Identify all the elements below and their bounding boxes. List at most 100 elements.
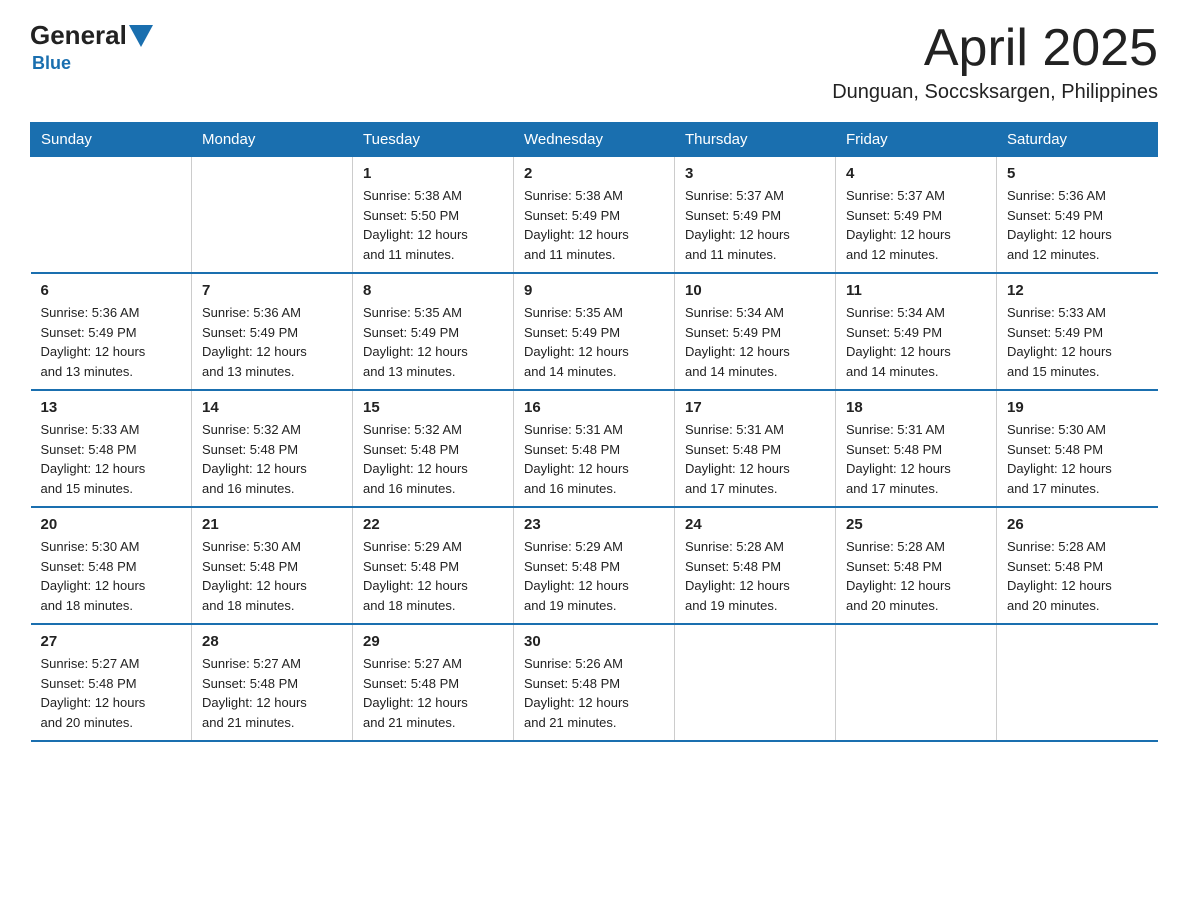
day-info: Sunrise: 5:27 AMSunset: 5:48 PMDaylight:…	[41, 654, 182, 732]
table-row	[192, 157, 353, 274]
calendar-location: Dunguan, Soccsksargen, Philippines	[832, 81, 1158, 104]
calendar-week-row: 13 Sunrise: 5:33 AMSunset: 5:48 PMDayligh…	[31, 390, 1158, 507]
day-number: 23	[524, 516, 664, 533]
day-number: 2	[524, 165, 664, 182]
day-number: 25	[846, 516, 986, 533]
col-thursday: Thursday	[675, 123, 836, 157]
day-number: 8	[363, 282, 503, 299]
table-row	[31, 157, 192, 274]
day-info: Sunrise: 5:30 AMSunset: 5:48 PMDaylight:…	[41, 537, 182, 615]
page-header: General Blue April 2025 Dunguan, Soccsks…	[30, 20, 1158, 104]
day-info: Sunrise: 5:37 AMSunset: 5:49 PMDaylight:…	[846, 186, 986, 264]
table-row: 21 Sunrise: 5:30 AMSunset: 5:48 PMDayligh…	[192, 507, 353, 624]
table-row: 22Sunrise: 5:29 AMSunset: 5:48 PMDayligh…	[353, 507, 514, 624]
day-info: Sunrise: 5:26 AMSunset: 5:48 PMDaylight:…	[524, 654, 664, 732]
day-number: 16	[524, 399, 664, 416]
day-info: Sunrise: 5:27 AMSunset: 5:48 PMDaylight:…	[363, 654, 503, 732]
day-info: Sunrise: 5:30 AMSunset: 5:48 PMDaylight:…	[202, 537, 342, 615]
table-row: 17 Sunrise: 5:31 AMSunset: 5:48 PMDayligh…	[675, 390, 836, 507]
table-row: 25 Sunrise: 5:28 AMSunset: 5:48 PMDayligh…	[836, 507, 997, 624]
table-row: 15 Sunrise: 5:32 AMSunset: 5:48 PMDayligh…	[353, 390, 514, 507]
day-number: 21	[202, 516, 342, 533]
day-number: 18	[846, 399, 986, 416]
table-row: 29 Sunrise: 5:27 AMSunset: 5:48 PMDayligh…	[353, 624, 514, 741]
day-info: Sunrise: 5:33 AMSunset: 5:49 PMDaylight:…	[1007, 303, 1148, 381]
day-info: Sunrise: 5:32 AMSunset: 5:48 PMDaylight:…	[363, 420, 503, 498]
table-row: 3 Sunrise: 5:37 AMSunset: 5:49 PMDaylight…	[675, 157, 836, 274]
day-info: Sunrise: 5:38 AMSunset: 5:49 PMDaylight:…	[524, 186, 664, 264]
day-info: Sunrise: 5:37 AMSunset: 5:49 PMDaylight:…	[685, 186, 825, 264]
table-row: 9Sunrise: 5:35 AMSunset: 5:49 PMDaylight…	[514, 273, 675, 390]
day-number: 15	[363, 399, 503, 416]
col-tuesday: Tuesday	[353, 123, 514, 157]
day-info: Sunrise: 5:28 AMSunset: 5:48 PMDaylight:…	[846, 537, 986, 615]
table-row	[836, 624, 997, 741]
day-number: 19	[1007, 399, 1148, 416]
calendar-title: April 2025	[832, 20, 1158, 77]
table-row: 13 Sunrise: 5:33 AMSunset: 5:48 PMDayligh…	[31, 390, 192, 507]
table-row: 6 Sunrise: 5:36 AMSunset: 5:49 PMDaylight…	[31, 273, 192, 390]
day-info: Sunrise: 5:34 AMSunset: 5:49 PMDaylight:…	[846, 303, 986, 381]
day-info: Sunrise: 5:33 AMSunset: 5:48 PMDaylight:…	[41, 420, 182, 498]
table-row: 4 Sunrise: 5:37 AMSunset: 5:49 PMDaylight…	[836, 157, 997, 274]
day-number: 6	[41, 282, 182, 299]
day-number: 12	[1007, 282, 1148, 299]
calendar-week-row: 6 Sunrise: 5:36 AMSunset: 5:49 PMDaylight…	[31, 273, 1158, 390]
table-row: 30 Sunrise: 5:26 AMSunset: 5:48 PMDayligh…	[514, 624, 675, 741]
day-number: 28	[202, 633, 342, 650]
day-info: Sunrise: 5:29 AMSunset: 5:48 PMDaylight:…	[524, 537, 664, 615]
table-row: 26 Sunrise: 5:28 AMSunset: 5:48 PMDayligh…	[997, 507, 1158, 624]
day-number: 7	[202, 282, 342, 299]
table-row: 27Sunrise: 5:27 AMSunset: 5:48 PMDayligh…	[31, 624, 192, 741]
table-row: 8 Sunrise: 5:35 AMSunset: 5:49 PMDaylight…	[353, 273, 514, 390]
table-row: 2 Sunrise: 5:38 AMSunset: 5:49 PMDaylight…	[514, 157, 675, 274]
logo-triangle-icon	[129, 25, 153, 47]
day-info: Sunrise: 5:28 AMSunset: 5:48 PMDaylight:…	[1007, 537, 1148, 615]
table-row: 12 Sunrise: 5:33 AMSunset: 5:49 PMDayligh…	[997, 273, 1158, 390]
day-number: 4	[846, 165, 986, 182]
day-number: 5	[1007, 165, 1148, 182]
calendar-week-row: 20 Sunrise: 5:30 AMSunset: 5:48 PMDayligh…	[31, 507, 1158, 624]
logo-general: General	[30, 20, 127, 51]
day-info: Sunrise: 5:31 AMSunset: 5:48 PMDaylight:…	[685, 420, 825, 498]
title-block: April 2025 Dunguan, Soccsksargen, Philip…	[832, 20, 1158, 104]
calendar-header-row: Sunday Monday Tuesday Wednesday Thursday…	[31, 123, 1158, 157]
day-number: 11	[846, 282, 986, 299]
table-row: 18Sunrise: 5:31 AMSunset: 5:48 PMDayligh…	[836, 390, 997, 507]
day-info: Sunrise: 5:30 AMSunset: 5:48 PMDaylight:…	[1007, 420, 1148, 498]
day-info: Sunrise: 5:34 AMSunset: 5:49 PMDaylight:…	[685, 303, 825, 381]
table-row: 1Sunrise: 5:38 AMSunset: 5:50 PMDaylight…	[353, 157, 514, 274]
day-number: 1	[363, 165, 503, 182]
table-row: 19 Sunrise: 5:30 AMSunset: 5:48 PMDayligh…	[997, 390, 1158, 507]
day-info: Sunrise: 5:36 AMSunset: 5:49 PMDaylight:…	[202, 303, 342, 381]
col-sunday: Sunday	[31, 123, 192, 157]
day-number: 17	[685, 399, 825, 416]
day-number: 29	[363, 633, 503, 650]
col-friday: Friday	[836, 123, 997, 157]
table-row: 7 Sunrise: 5:36 AMSunset: 5:49 PMDaylight…	[192, 273, 353, 390]
day-info: Sunrise: 5:36 AMSunset: 5:49 PMDaylight:…	[41, 303, 182, 381]
col-monday: Monday	[192, 123, 353, 157]
day-number: 22	[363, 516, 503, 533]
day-number: 20	[41, 516, 182, 533]
logo: General Blue	[30, 20, 155, 74]
day-info: Sunrise: 5:35 AMSunset: 5:49 PMDaylight:…	[524, 303, 664, 381]
logo-blue: Blue	[32, 53, 71, 74]
day-number: 30	[524, 633, 664, 650]
table-row: 24 Sunrise: 5:28 AMSunset: 5:48 PMDayligh…	[675, 507, 836, 624]
day-info: Sunrise: 5:36 AMSunset: 5:49 PMDaylight:…	[1007, 186, 1148, 264]
table-row: 5 Sunrise: 5:36 AMSunset: 5:49 PMDaylight…	[997, 157, 1158, 274]
table-row: 16Sunrise: 5:31 AMSunset: 5:48 PMDayligh…	[514, 390, 675, 507]
calendar-table: Sunday Monday Tuesday Wednesday Thursday…	[30, 122, 1158, 742]
day-number: 26	[1007, 516, 1148, 533]
day-info: Sunrise: 5:28 AMSunset: 5:48 PMDaylight:…	[685, 537, 825, 615]
table-row: 28 Sunrise: 5:27 AMSunset: 5:48 PMDayligh…	[192, 624, 353, 741]
table-row: 20 Sunrise: 5:30 AMSunset: 5:48 PMDayligh…	[31, 507, 192, 624]
day-number: 13	[41, 399, 182, 416]
day-info: Sunrise: 5:35 AMSunset: 5:49 PMDaylight:…	[363, 303, 503, 381]
calendar-week-row: 1Sunrise: 5:38 AMSunset: 5:50 PMDaylight…	[31, 157, 1158, 274]
day-number: 3	[685, 165, 825, 182]
table-row: 11 Sunrise: 5:34 AMSunset: 5:49 PMDayligh…	[836, 273, 997, 390]
day-number: 24	[685, 516, 825, 533]
day-info: Sunrise: 5:27 AMSunset: 5:48 PMDaylight:…	[202, 654, 342, 732]
